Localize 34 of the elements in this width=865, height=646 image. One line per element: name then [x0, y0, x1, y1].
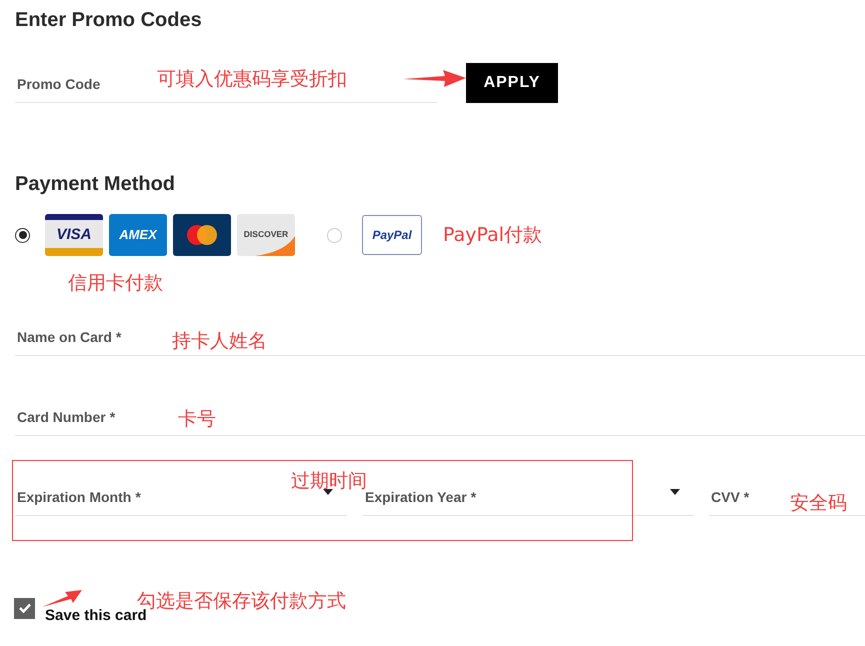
field-label: Name on Card	[17, 328, 112, 347]
required-mark: *	[116, 328, 122, 347]
field-label: Expiration Month	[17, 488, 132, 507]
annotation-text: 安全码	[790, 494, 847, 513]
field-label: Expiration Year	[365, 489, 467, 507]
annotation-text: 卡号	[178, 410, 216, 429]
paypal-logo: PayPal	[362, 215, 422, 255]
field-label: Promo Code	[17, 75, 100, 94]
amex-card-logo: AMEX	[109, 214, 167, 256]
field-label: CVV	[711, 488, 740, 507]
annotation-text: PayPal付款	[443, 226, 542, 245]
annotation-text: 信用卡付款	[68, 274, 163, 293]
discover-card-logo: DISCOVER	[237, 214, 295, 256]
required-mark: *	[110, 408, 116, 427]
caret-icon	[323, 489, 333, 495]
required-mark: *	[135, 488, 141, 507]
dropdown-field[interactable]: Expiration Month *	[15, 488, 347, 516]
check-icon	[18, 603, 30, 614]
annotation-arrow	[42, 590, 82, 608]
caret-icon	[670, 489, 680, 495]
radio-button[interactable]	[15, 228, 30, 242]
annotation-text: 过期时间	[291, 472, 367, 491]
annotation-text: 持卡人姓名	[172, 332, 267, 351]
section-heading: Payment Method	[15, 172, 176, 196]
section-heading: Enter Promo Codes	[15, 8, 203, 32]
required-mark: *	[744, 488, 750, 507]
required-mark: *	[470, 488, 476, 507]
visa-card-logo: VISA	[45, 214, 103, 256]
checkbox[interactable]	[14, 598, 35, 619]
dropdown-field[interactable]: Expiration Year *	[363, 488, 694, 516]
field-label: Card Number	[17, 408, 106, 427]
annotation-text: 可填入优惠码享受折扣	[157, 70, 347, 89]
apply-button[interactable]: APPLY	[466, 63, 558, 103]
mastercard-logo	[173, 214, 231, 256]
